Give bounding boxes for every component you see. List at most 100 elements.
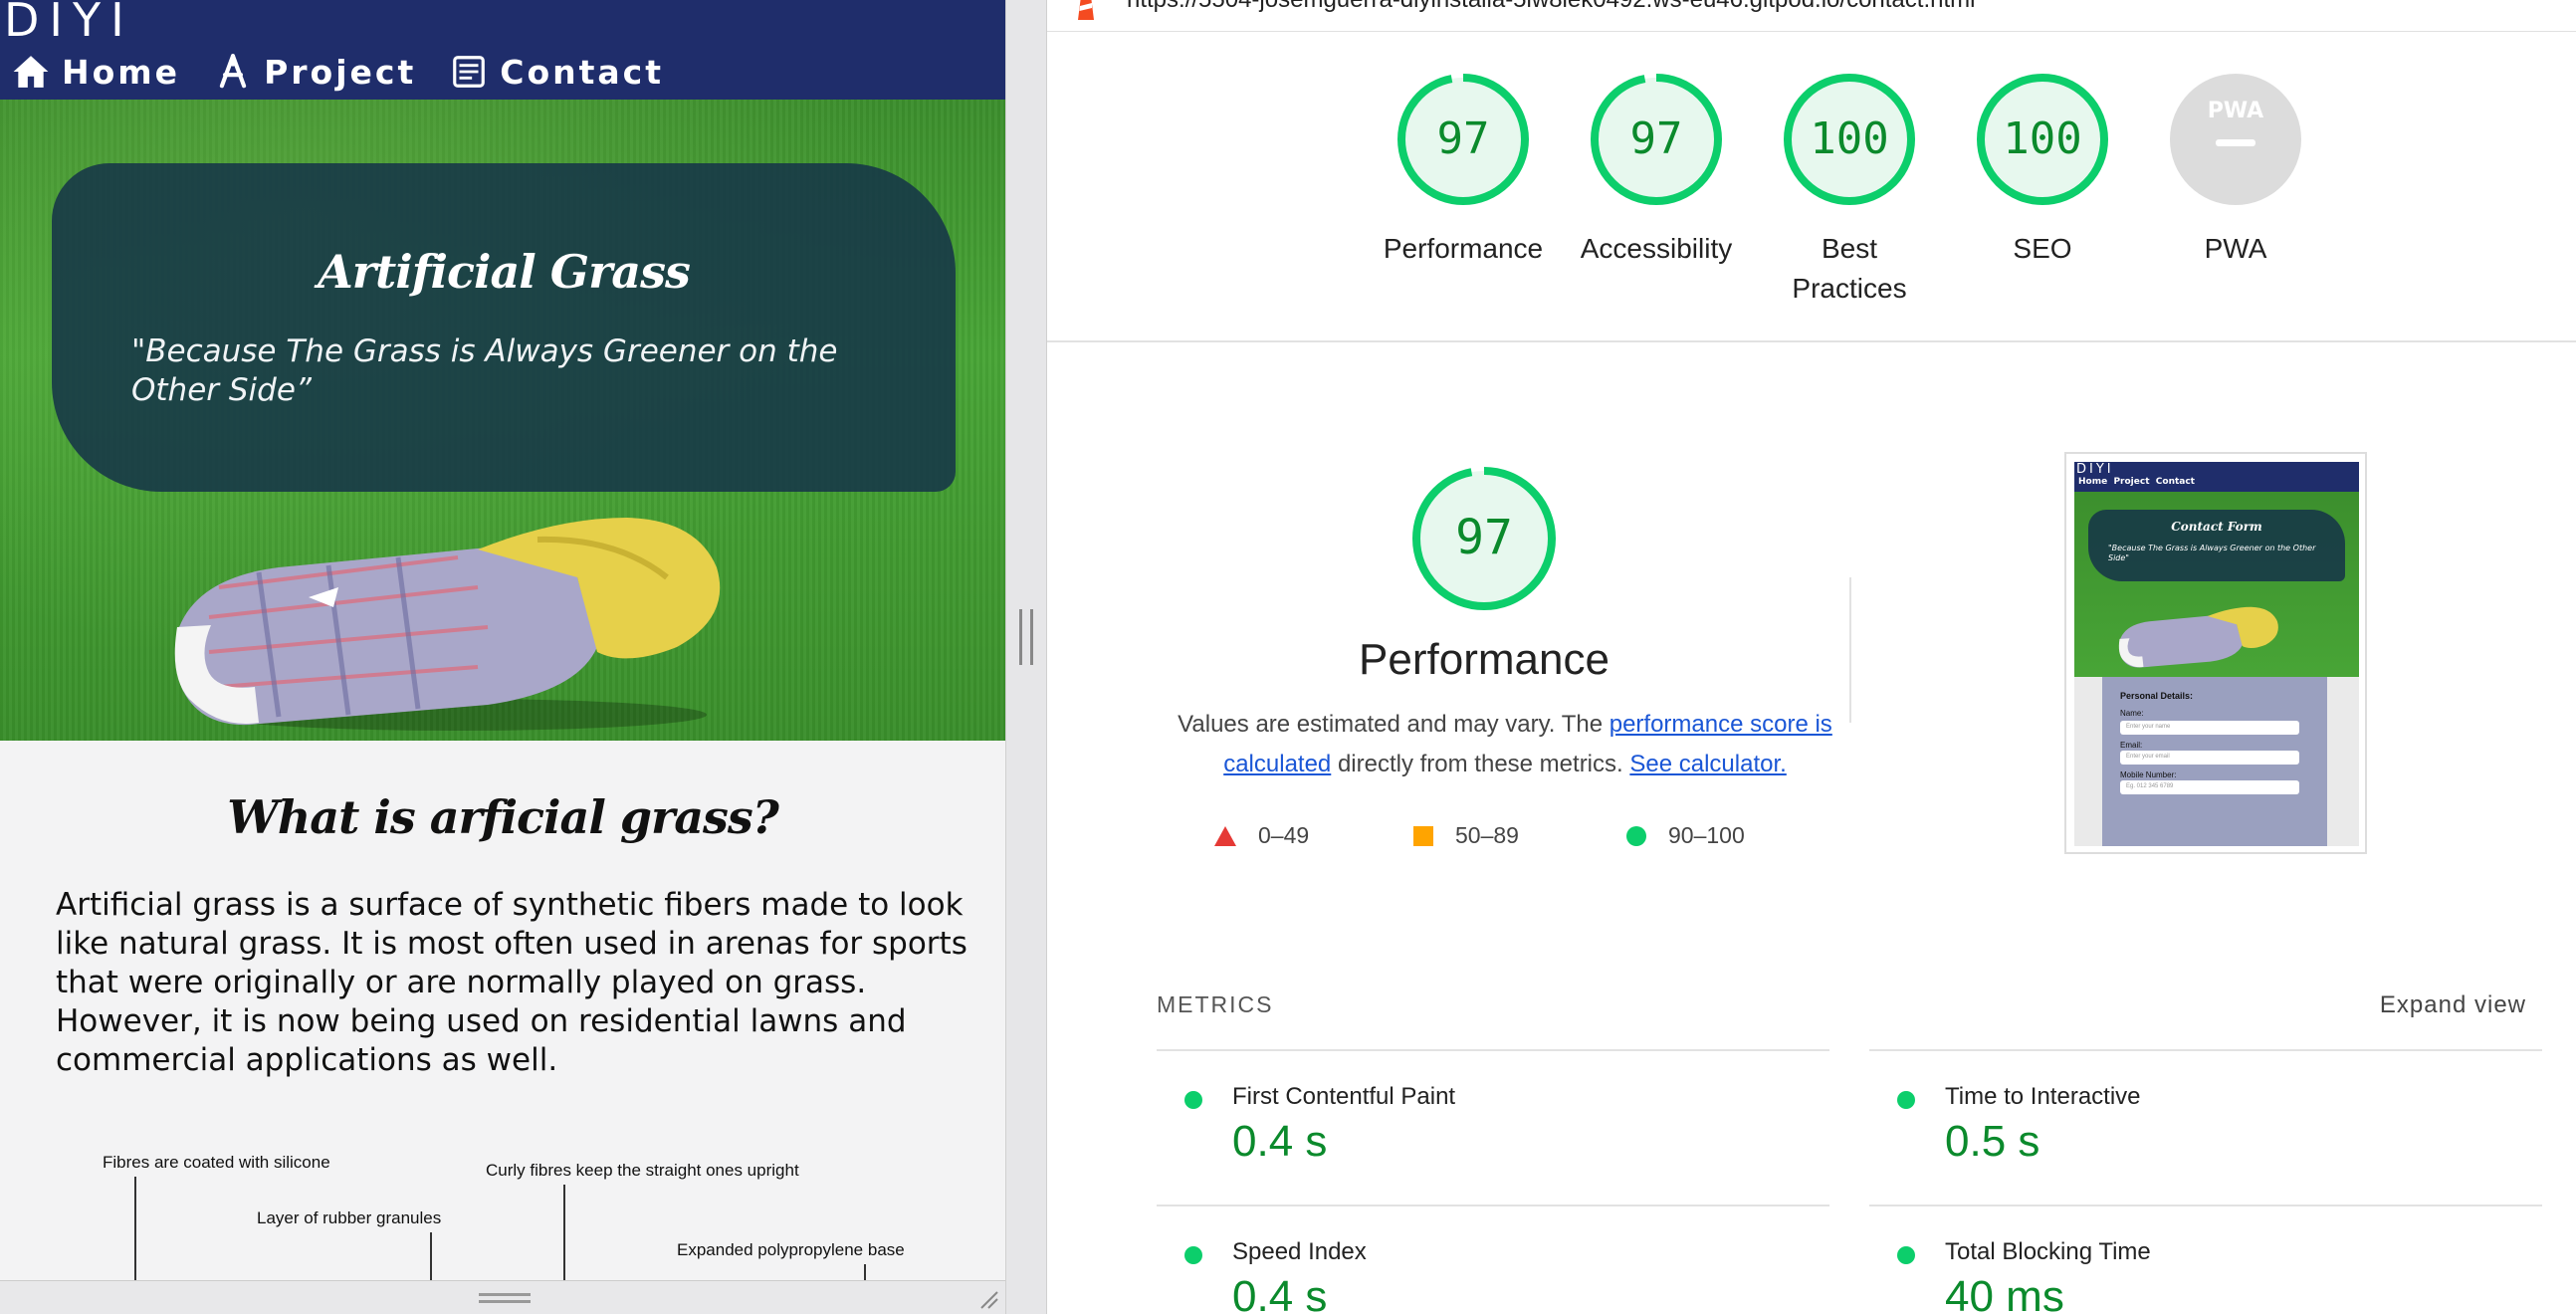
hero-title: Artificial Grass [318,245,691,299]
tools-icon [219,54,247,89]
red-triangle-icon [1214,825,1236,846]
metric-value: 40 ms [1945,1272,2064,1314]
thumb-hero: Contact Form "Because The Grass is Alway… [2074,492,2359,677]
hero-quote: "Because The Grass is Always Greener on … [131,333,838,408]
metrics-divider [1157,1049,1829,1051]
preview-bottom-bar [0,1280,1005,1314]
nav-contact-label: Contact [500,52,664,92]
thumbnail-content: DIYI Home Project Contact Contact Form "… [2074,462,2359,846]
metrics-divider [1157,1204,1829,1206]
page-screenshot-thumbnail[interactable]: DIYI Home Project Contact Contact Form "… [2064,452,2367,854]
thumb-section: Personal Details: [2120,691,2194,701]
gauge-ring: 100 [1977,74,2108,205]
lighthouse-report: https://5504-josemguerra-diyinstalla-5iw… [1047,0,2576,1314]
gauge-best-practices[interactable]: 100 Best Practices [1750,70,1949,309]
site-preview-pane: DIYI Home Project Contact Artificial Gra… [0,0,1005,1314]
content-section: What is arficial grass? Artificial grass… [0,741,1005,1298]
hero-section: Artificial Grass "Because The Grass is A… [0,100,1005,741]
gauge-score: 100 [2003,113,2081,164]
thumb-field-input: Enter your email [2120,751,2299,765]
section-title: What is arficial grass? [227,790,779,844]
glove-image [174,518,721,731]
nav-project-label: Project [264,52,417,92]
nav-links: Home Project Contact [12,52,664,92]
gauge-ring: 97 [1397,74,1529,205]
thumb-field-input: Enter your name [2120,721,2299,735]
metric-value: 0.5 s [1945,1117,2040,1166]
lighthouse-logo-icon [1078,0,1094,20]
metrics-divider [1869,1049,2542,1051]
desc-middle: directly from these metrics. [1331,751,1630,777]
pass-dot-icon [1897,1246,1915,1264]
thumb-field-label: Name: [2120,709,2144,718]
pass-dot-icon [1897,1091,1915,1109]
pass-dot-icon [1184,1246,1202,1264]
gauge-label: Performance [1383,233,1544,264]
report-url-link[interactable]: https://5504-josemguerra-diyinstalla-5iw… [1127,0,1975,14]
report-url-bar: https://5504-josemguerra-diyinstalla-5iw… [1047,0,2576,32]
gauge-score: 97 [1630,113,1683,164]
gauge-pwa[interactable]: PWA PWA [2136,70,2335,269]
thumb-field-label: Email: [2120,741,2143,750]
performance-description: Values are estimated and may vary. The p… [1157,705,1853,784]
pane-divider[interactable] [1005,0,1047,1314]
thumb-form-area: Personal Details: Name: Enter your name … [2074,677,2359,846]
nav-contact-link[interactable]: Contact [450,53,664,92]
legend-average-label: 50–89 [1455,822,1519,848]
metric-name: Total Blocking Time [1945,1238,2151,1265]
expand-view-button[interactable]: Expand view [2380,991,2526,1019]
vertical-separator [1849,577,1851,723]
nav-project-link[interactable]: Project [214,53,416,92]
metric-name: Time to Interactive [1945,1083,2141,1110]
thumb-brand: DIYI [2076,462,2114,477]
thumb-field-input: Eg. 012 345 6789 [2120,780,2299,794]
legend-fail-label: 0–49 [1258,822,1310,848]
metric-value: 0.4 s [1232,1272,1328,1314]
diagram-label-base: Expanded polypropylene base [677,1240,905,1259]
legend-pass: 90–100 [1626,822,1745,849]
section-paragraph: Artificial grass is a surface of synthet… [56,887,967,1078]
diagram-pointer [563,1185,565,1284]
gauge-label: SEO [2013,233,2072,264]
gauge-performance[interactable]: 97 Performance [1364,70,1563,269]
score-gauges: 97 Performance 97 Accessibility 100 Best… [1047,70,2576,338]
gauge-label: Accessibility [1580,233,1733,264]
see-calculator-link[interactable]: See calculator. [1629,751,1786,777]
gauge-ring: 100 [1784,74,1915,205]
site-brand[interactable]: DIYI [4,0,134,46]
gauge-label: Best Practices [1792,233,1907,304]
site-navbar: DIYI Home Project Contact [0,0,1005,100]
orange-square-icon [1413,825,1433,846]
gauge-score: 97 [1437,113,1490,164]
thumb-navbar: DIYI Home Project Contact [2074,462,2359,492]
vertical-resize-handle[interactable] [479,1293,531,1303]
nav-home-label: Home [62,52,181,92]
metrics-heading: METRICS [1157,991,1274,1017]
resize-corner-icon[interactable] [975,1286,999,1310]
divider-grip-icon[interactable] [1019,609,1033,665]
desc-prefix: Values are estimated and may vary. The [1178,711,1610,738]
thumb-form: Personal Details: Name: Enter your name … [2102,677,2327,846]
form-icon [453,56,486,88]
diagram-pointer [134,1177,136,1286]
legend-fail: 0–49 [1214,822,1309,849]
legend-average: 50–89 [1413,822,1519,849]
metrics-divider [1869,1204,2542,1206]
pwa-badge-text: PWA [2208,99,2263,123]
gauge-ring: 97 [1591,74,1722,205]
legend-pass-label: 90–100 [1668,822,1745,848]
green-circle-icon [1626,825,1646,846]
thumb-quote: "Because The Grass is Always Greener on … [2108,544,2316,562]
thumb-glove-image [2118,606,2278,668]
header-divider [1047,340,2576,342]
pwa-badge-icon: PWA [2170,74,2301,205]
nav-home-link[interactable]: Home [12,53,180,92]
gauge-label: PWA [2204,233,2267,264]
gauge-seo[interactable]: 100 SEO [1943,70,2142,269]
metric-value: 0.4 s [1232,1117,1328,1166]
metric-name: First Contentful Paint [1232,1083,1456,1110]
gauge-accessibility[interactable]: 97 Accessibility [1557,70,1756,269]
performance-big-gauge: 97 [1412,467,1556,610]
hero-banner: Artificial Grass "Because The Grass is A… [52,163,956,492]
thumb-banner: Contact Form "Because The Grass is Alway… [2088,510,2345,581]
